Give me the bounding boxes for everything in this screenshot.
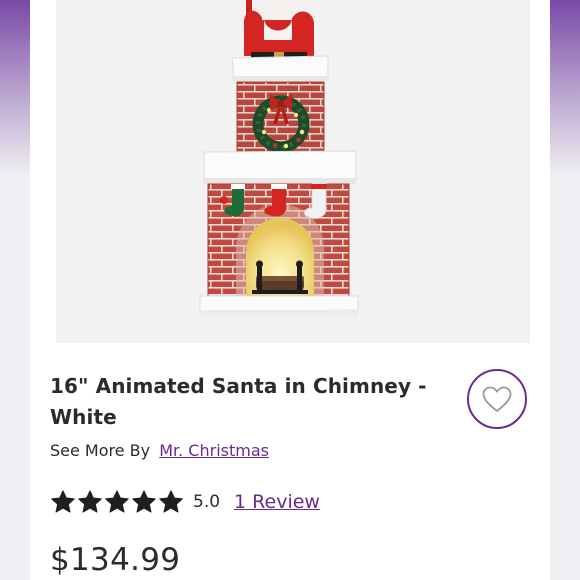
star-icon: [105, 490, 129, 513]
santa-figure: [244, 0, 314, 60]
star-icon: [51, 490, 75, 513]
star-icon: [132, 490, 156, 513]
see-more-label: See More By: [50, 441, 151, 460]
reviews-link[interactable]: 1 Review: [234, 491, 320, 513]
see-more-by: See More By Mr. Christmas: [50, 441, 269, 460]
product-image-next-peek[interactable]: [469, 0, 530, 343]
rating-value: 5.0: [193, 492, 221, 512]
brand-link[interactable]: Mr. Christmas: [159, 441, 269, 460]
product-image-carousel[interactable]: [30, 0, 550, 345]
product-image-main[interactable]: [56, 0, 478, 343]
product-photo-santa-chimney: [199, 0, 359, 317]
left-edge-gradient: [0, 0, 30, 580]
product-price: $134.99: [50, 542, 181, 578]
star-icon: [78, 490, 102, 513]
wishlist-button[interactable]: [467, 369, 527, 429]
heart-outline-icon: [482, 386, 512, 412]
star-rating: [50, 489, 184, 515]
product-page: 16" Animated Santa in Chimney - White Se…: [0, 0, 580, 580]
star-icon: [159, 490, 183, 513]
rating-row: 5.0 1 Review: [50, 487, 320, 517]
product-title: 16" Animated Santa in Chimney - White: [50, 374, 427, 429]
product-info-panel: 16" Animated Santa in Chimney - White Se…: [30, 345, 550, 580]
right-edge-gradient: [550, 0, 580, 580]
